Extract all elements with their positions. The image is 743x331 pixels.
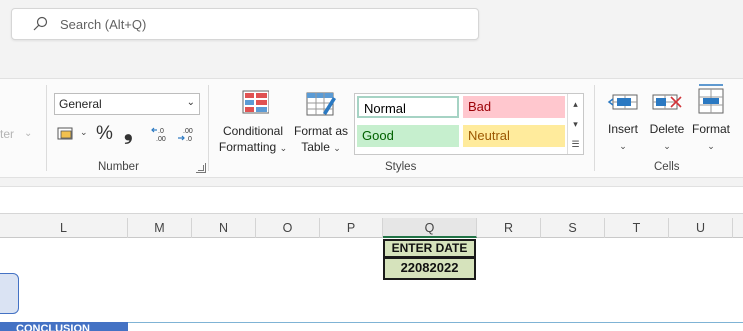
percent-style-button[interactable]: % bbox=[96, 123, 116, 145]
format-as-table-line2: Table bbox=[301, 140, 330, 154]
formula-bar[interactable] bbox=[0, 186, 743, 214]
format-as-table-line1: Format as bbox=[293, 124, 348, 138]
column-header-t[interactable]: T bbox=[605, 218, 669, 238]
number-format-dropdown[interactable]: General ⌄ bbox=[54, 93, 200, 115]
column-header-row: L M N O P Q R S T U bbox=[0, 218, 743, 238]
decrease-decimal-icon: .00 .0 bbox=[178, 128, 193, 143]
increase-decimal-icon: .0 .00 bbox=[151, 127, 166, 143]
style-normal[interactable]: Normal bbox=[357, 96, 459, 118]
number-group-label: Number bbox=[98, 161, 139, 173]
delete-label: Delete bbox=[649, 122, 685, 136]
percent-icon: % bbox=[96, 123, 113, 144]
number-dialog-launcher-icon[interactable] bbox=[196, 163, 206, 173]
conditional-formatting-line1: Conditional bbox=[222, 124, 284, 138]
search-icon bbox=[33, 16, 48, 31]
chevron-down-icon: ⌄ bbox=[186, 97, 195, 108]
increase-decimal-button[interactable]: .0 .00 bbox=[150, 125, 172, 145]
format-label: Format bbox=[691, 122, 730, 136]
style-neutral[interactable]: Neutral bbox=[463, 125, 565, 147]
group-separator bbox=[46, 85, 47, 171]
enter-date-value-cell[interactable]: 22082022 bbox=[383, 258, 476, 280]
delete-cells-icon bbox=[652, 94, 682, 110]
format-as-table-button[interactable]: Format as Table ⌄ bbox=[292, 89, 350, 156]
chevron-down-icon: ⌄ bbox=[663, 141, 671, 151]
comma-icon: ❟ bbox=[124, 119, 133, 144]
format-button[interactable]: Format ⌄ bbox=[689, 83, 733, 154]
gallery-scroll: ▴ ▾ ☰ bbox=[567, 94, 583, 154]
conditional-formatting-icon bbox=[242, 90, 269, 114]
insert-label: Insert bbox=[607, 122, 638, 136]
alignment-fragment: ter bbox=[0, 127, 15, 141]
svg-text:.00: .00 bbox=[183, 128, 193, 135]
delete-button[interactable]: Delete ⌄ bbox=[646, 87, 688, 154]
decrease-decimal-button[interactable]: .00 .0 bbox=[177, 125, 199, 145]
svg-text:.0: .0 bbox=[186, 136, 192, 143]
styles-group-label: Styles bbox=[385, 161, 417, 173]
number-format-value: General bbox=[59, 97, 102, 111]
group-separator bbox=[594, 85, 595, 171]
rounded-shape-button[interactable] bbox=[0, 273, 19, 314]
column-header-p[interactable]: P bbox=[320, 218, 383, 238]
cell-styles-gallery: Normal Bad Good Neutral ▴ ▾ ☰ bbox=[354, 93, 584, 155]
insert-cells-icon bbox=[607, 94, 638, 110]
chevron-down-icon: ⌄ bbox=[80, 127, 88, 137]
conclusion-banner: CONCLUSION bbox=[0, 322, 128, 331]
search-box[interactable]: Search (Alt+Q) bbox=[11, 8, 479, 40]
accounting-icon bbox=[57, 127, 73, 140]
chevron-down-icon: ⌄ bbox=[333, 143, 341, 153]
insert-button[interactable]: Insert ⌄ bbox=[600, 87, 646, 154]
chevron-down-icon: ⌄ bbox=[279, 143, 288, 153]
search-placeholder: Search (Alt+Q) bbox=[60, 17, 147, 32]
column-header-l[interactable]: L bbox=[0, 218, 128, 238]
enter-date-label-cell[interactable]: ENTER DATE bbox=[383, 239, 476, 258]
column-header-n[interactable]: N bbox=[192, 218, 256, 238]
cells-group-label: Cells bbox=[654, 161, 680, 173]
gallery-scroll-down-icon[interactable]: ▾ bbox=[568, 114, 583, 134]
chevron-down-icon: ⌄ bbox=[619, 141, 627, 151]
svg-text:.00: .00 bbox=[156, 136, 166, 143]
accounting-format-button[interactable]: ⌄ bbox=[56, 125, 90, 145]
ribbon: ter ⌄ General ⌄ ⌄ % ❟ .0 .00 .00 .0 Numb… bbox=[0, 78, 743, 178]
conditional-formatting-line2: Formatting bbox=[218, 140, 277, 154]
style-good[interactable]: Good bbox=[357, 125, 459, 147]
style-bad[interactable]: Bad bbox=[463, 96, 565, 118]
column-header-o[interactable]: O bbox=[256, 218, 320, 238]
format-as-table-icon bbox=[306, 92, 336, 116]
gallery-scroll-up-icon[interactable]: ▴ bbox=[568, 94, 583, 114]
chevron-down-icon: ⌄ bbox=[707, 141, 715, 151]
svg-text:.0: .0 bbox=[158, 128, 164, 135]
conditional-formatting-button[interactable]: Conditional Formatting ⌄ bbox=[216, 89, 290, 156]
column-header-q[interactable]: Q bbox=[383, 218, 477, 238]
group-separator bbox=[208, 85, 209, 171]
title-bar: Search (Alt+Q) bbox=[0, 0, 743, 78]
column-header-m[interactable]: M bbox=[128, 218, 192, 238]
gallery-more-icon[interactable]: ☰ bbox=[568, 134, 583, 154]
column-header-u[interactable]: U bbox=[669, 218, 733, 238]
column-header-r[interactable]: R bbox=[477, 218, 541, 238]
chevron-down-icon: ⌄ bbox=[24, 128, 33, 139]
column-header-s[interactable]: S bbox=[541, 218, 605, 238]
format-cells-icon bbox=[698, 84, 724, 114]
comma-style-button[interactable]: ❟ bbox=[124, 119, 140, 144]
worksheet-grid[interactable]: ENTER DATE 22082022 CONCLUSION bbox=[0, 238, 743, 331]
